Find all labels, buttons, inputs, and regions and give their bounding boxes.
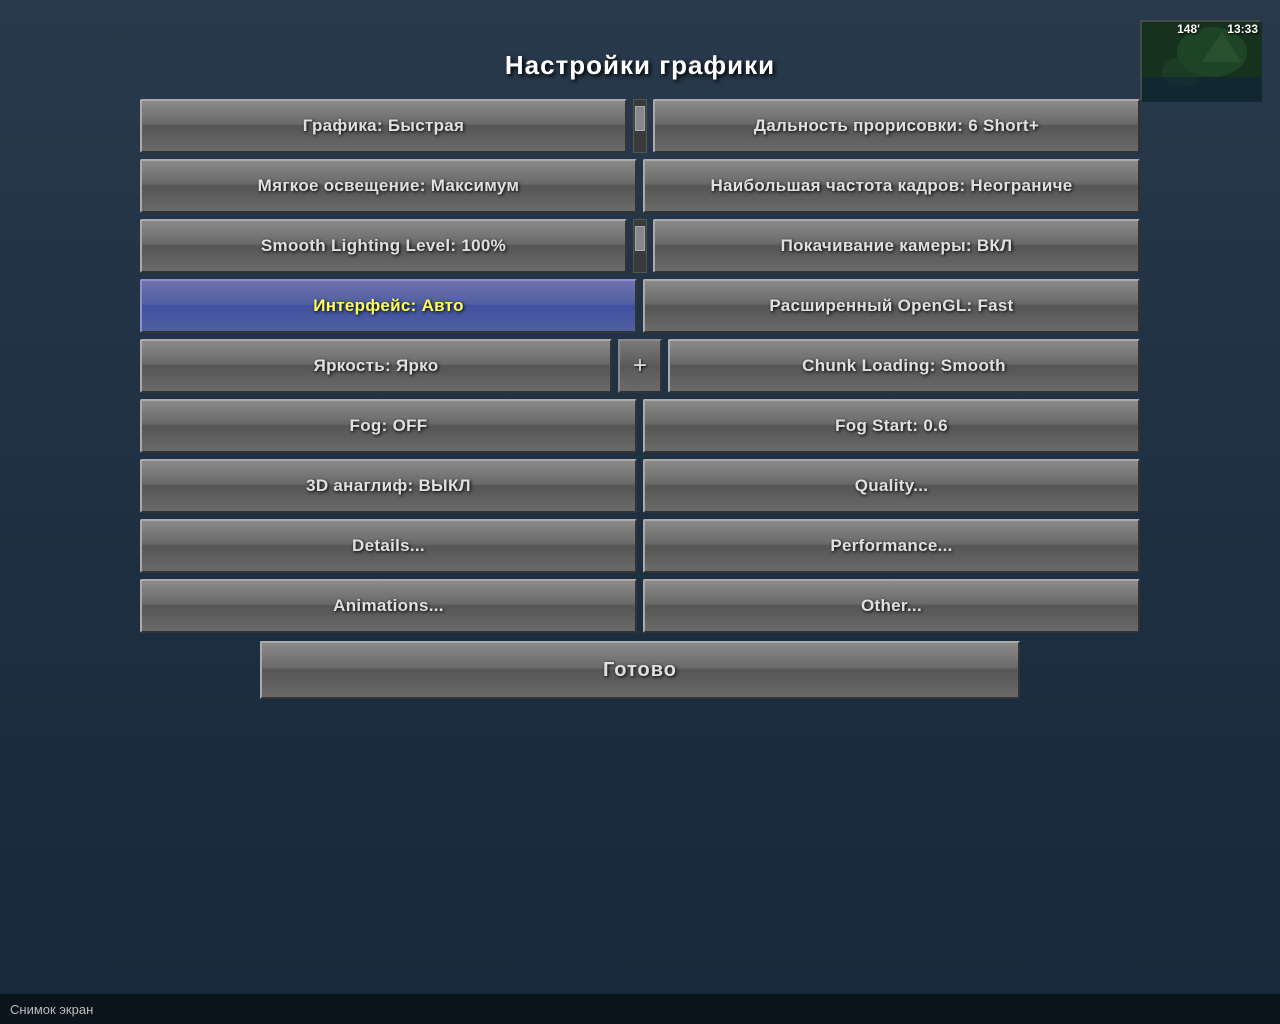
done-button[interactable]: Готово (260, 641, 1020, 699)
render-distance-scrollbar[interactable] (633, 99, 647, 153)
details-button[interactable]: Details... (140, 519, 637, 573)
render-distance-button[interactable]: Дальность прорисовки: 6 Short+ (653, 99, 1140, 153)
fog-start-button[interactable]: Fog Start: 0.6 (643, 399, 1140, 453)
anaglyph-button[interactable]: 3D анаглиф: ВЫКЛ (140, 459, 637, 513)
max-fps-button[interactable]: Наибольшая частота кадров: Неограниче (643, 159, 1140, 213)
smooth-lighting-level-button[interactable]: Smooth Lighting Level: 100% (140, 219, 627, 273)
scrollbar-thumb-2 (635, 226, 645, 251)
other-button[interactable]: Other... (643, 579, 1140, 633)
quality-button[interactable]: Quality... (643, 459, 1140, 513)
minimap-time: 13:33 (1227, 22, 1258, 36)
dialog-title: Настройки графики (140, 50, 1140, 81)
graphics-button[interactable]: Графика: Быстрая (140, 99, 627, 153)
camera-sway-button[interactable]: Покачивание камеры: ВКЛ (653, 219, 1140, 273)
minimap-distance: 148' (1177, 22, 1200, 36)
animations-button[interactable]: Animations... (140, 579, 637, 633)
soft-lighting-button[interactable]: Мягкое освещение: Максимум (140, 159, 637, 213)
performance-button[interactable]: Performance... (643, 519, 1140, 573)
plus-button[interactable]: + (618, 339, 662, 393)
fog-button[interactable]: Fog: OFF (140, 399, 637, 453)
left-scrollbar[interactable] (633, 219, 647, 273)
brightness-button[interactable]: Яркость: Ярко (140, 339, 612, 393)
settings-dialog: Настройки графики Графика: Быстрая Дальн… (140, 50, 1140, 699)
advanced-opengl-button[interactable]: Расширенный OpenGL: Fast (643, 279, 1140, 333)
status-text: Снимок экран (10, 1002, 93, 1017)
interface-button[interactable]: Интерфейс: Авто (140, 279, 637, 333)
chunk-loading-button[interactable]: Chunk Loading: Smooth (668, 339, 1140, 393)
status-bar: Снимок экран (0, 994, 1280, 1024)
scrollbar-thumb (635, 106, 645, 131)
